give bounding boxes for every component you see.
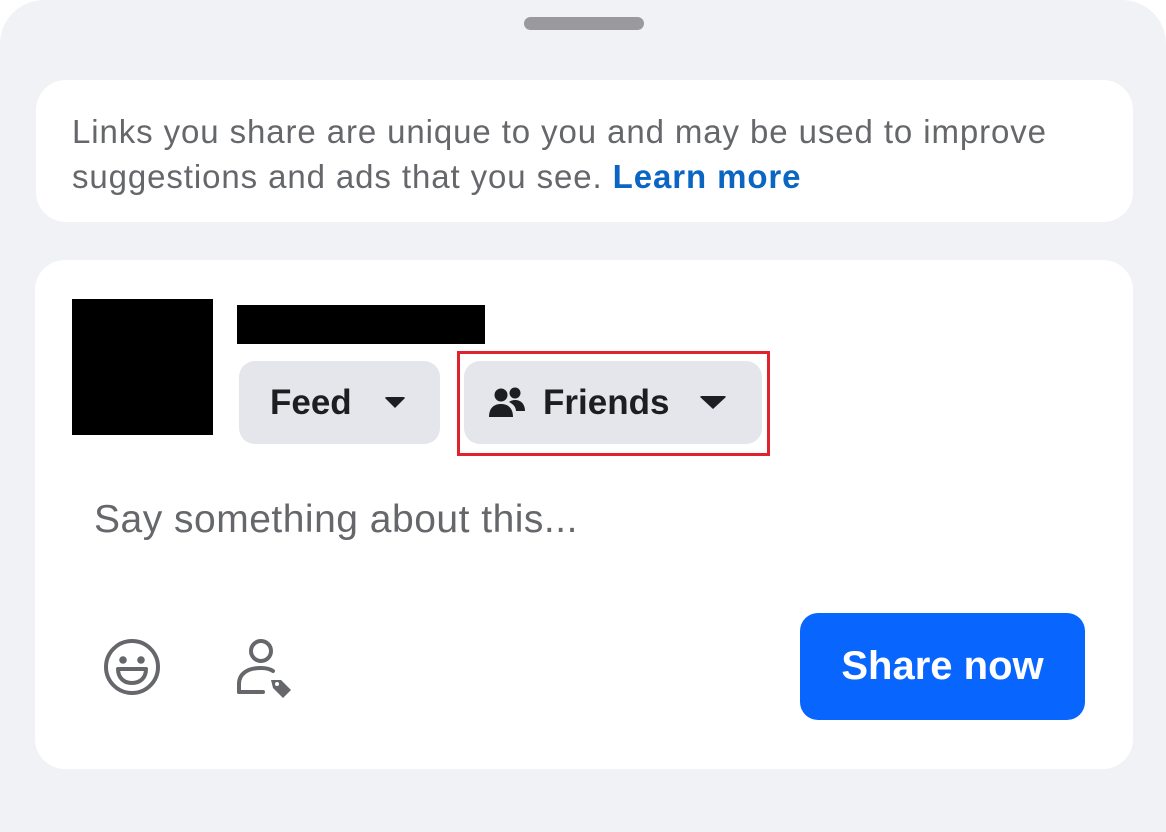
destination-dropdown[interactable]: Feed <box>239 361 440 444</box>
avatar <box>72 299 213 435</box>
emoji-button[interactable] <box>99 634 165 700</box>
audience-dropdown[interactable]: Friends <box>464 361 762 444</box>
friends-icon <box>489 387 525 417</box>
destination-label: Feed <box>270 382 352 422</box>
privacy-notice-text: Links you share are unique to you and ma… <box>72 113 1047 195</box>
share-now-button[interactable]: Share now <box>800 613 1085 720</box>
tag-people-button[interactable] <box>231 634 297 700</box>
caret-down-icon <box>383 397 406 408</box>
tag-people-icon <box>237 639 291 698</box>
privacy-notice: Links you share are unique to you and ma… <box>72 109 1099 199</box>
smiley-icon <box>104 639 160 695</box>
caret-down-icon <box>699 396 728 409</box>
post-text-input[interactable] <box>94 492 994 548</box>
compose-card: Feed Friends Say something about this...… <box>35 260 1133 769</box>
user-name-redacted <box>237 305 485 344</box>
drag-handle[interactable] <box>524 17 644 30</box>
share-sheet: Links you share are unique to you and ma… <box>0 0 1166 832</box>
privacy-notice-card: Links you share are unique to you and ma… <box>36 80 1133 222</box>
learn-more-link[interactable]: Learn more <box>613 158 802 195</box>
audience-label: Friends <box>543 382 670 422</box>
